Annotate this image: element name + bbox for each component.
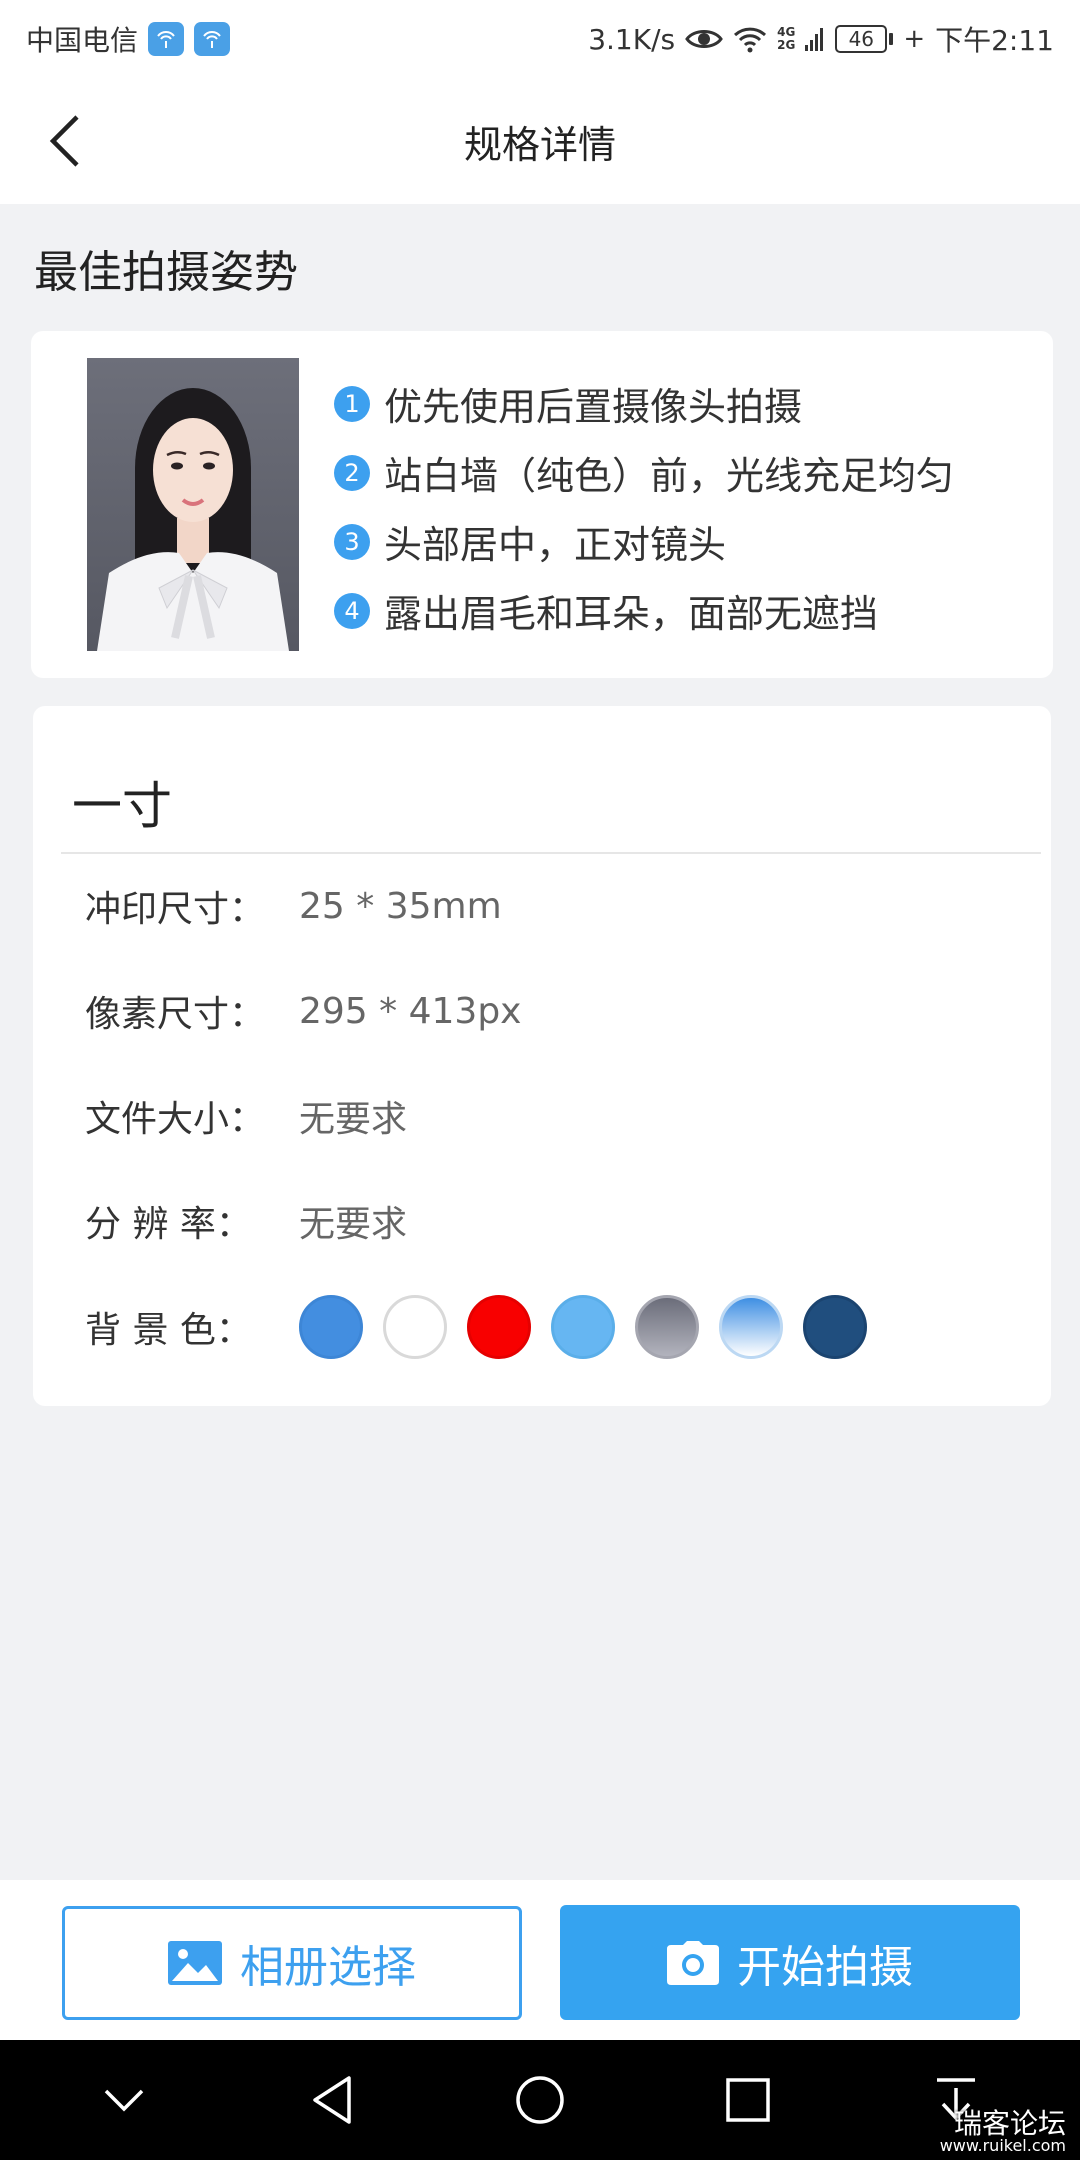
system-navigation-bar: 瑞客论坛 www.ruikel.com	[0, 2040, 1080, 2160]
bottom-action-bar: 相册选择 开始拍摄	[0, 1880, 1080, 2040]
start-shooting-label: 开始拍摄	[737, 1941, 913, 1993]
wifi-icon	[733, 25, 767, 53]
background-color-swatch-dark-blue[interactable]	[803, 1295, 867, 1359]
background-color-swatch-white[interactable]	[383, 1295, 447, 1359]
camera-icon	[667, 1940, 719, 1985]
spec-size-title: 一寸	[72, 777, 172, 835]
album-select-button[interactable]: 相册选择	[62, 1906, 522, 2020]
tip-text: 站白墙（纯色）前，光线充足均匀	[384, 454, 955, 498]
pixel-size-value: 295 * 413px	[299, 990, 522, 1032]
background-color-swatch-gray-gradient[interactable]	[635, 1295, 699, 1359]
print-size-value: 25 * 35mm	[299, 885, 502, 927]
tip-item: 3 头部居中，正对镜头	[334, 507, 954, 576]
carrier-name: 中国电信	[26, 24, 139, 57]
nav-recents-button[interactable]	[708, 2060, 788, 2140]
chevron-down-icon	[104, 2089, 144, 2112]
album-select-label: 相册选择	[240, 1942, 416, 1993]
spec-row-pixel-size: 像素尺寸： 295 * 413px	[85, 981, 521, 1041]
battery-level: 46	[835, 25, 888, 53]
cellular-signal-icon: 4G 2G	[777, 26, 795, 52]
resolution-label: 分 辨 率：	[85, 1204, 252, 1245]
background-color-label: 背 景 色：	[85, 1310, 252, 1351]
background-color-swatches	[299, 1295, 867, 1359]
hotspot-icon	[194, 22, 231, 56]
spec-row-print-size: 冲印尺寸： 25 * 35mm	[85, 876, 502, 936]
print-size-label: 冲印尺寸：	[85, 889, 266, 930]
circle-home-icon	[516, 2076, 564, 2124]
tip-item: 2 站白墙（纯色）前，光线充足均匀	[334, 438, 954, 507]
page-title: 规格详情	[463, 122, 616, 167]
tip-text: 头部居中，正对镜头	[384, 523, 727, 567]
spec-row-resolution: 分 辨 率： 无要求	[85, 1191, 407, 1251]
spec-row-file-size: 文件大小： 无要求	[85, 1086, 407, 1146]
pose-section-title: 最佳拍摄姿势	[34, 247, 298, 298]
image-icon	[168, 1941, 222, 1985]
background-color-swatch-light-blue[interactable]	[551, 1295, 615, 1359]
file-size-value: 无要求	[299, 1099, 408, 1140]
nav-home-button[interactable]	[500, 2060, 580, 2140]
square-recents-icon	[726, 2078, 770, 2122]
start-shooting-button[interactable]: 开始拍摄	[560, 1905, 1020, 2020]
resolution-value: 无要求	[299, 1204, 408, 1245]
wifi-calling-icon	[148, 22, 185, 56]
tip-number-badge: 3	[334, 523, 370, 560]
watermark-site: www.ruikel.com	[939, 2136, 1066, 2155]
triangle-back-icon	[313, 2076, 351, 2124]
tip-text: 露出眉毛和耳朵，面部无遮挡	[384, 592, 879, 636]
pose-tips-card: 1 优先使用后置摄像头拍摄 2 站白墙（纯色）前，光线充足均匀 3 头部居中，正…	[31, 331, 1053, 678]
background-color-swatch-blue[interactable]	[299, 1295, 363, 1359]
background-color-swatch-blue-gradient[interactable]	[719, 1295, 783, 1359]
tips-list: 1 优先使用后置摄像头拍摄 2 站白墙（纯色）前，光线充足均匀 3 头部居中，正…	[334, 369, 954, 645]
tip-item: 4 露出眉毛和耳朵，面部无遮挡	[334, 576, 954, 645]
divider	[61, 852, 1041, 854]
network-type-2: 2G	[777, 38, 796, 52]
background-color-swatch-red[interactable]	[467, 1295, 531, 1359]
spec-row-background-color: 背 景 色：	[85, 1294, 867, 1360]
tip-number-badge: 4	[334, 592, 370, 629]
status-bar: 中国电信 3.1K/s 4G 2G 46 + 下午2:11	[0, 0, 1080, 78]
app-header: 规格详情	[0, 78, 1080, 204]
file-size-label: 文件大小：	[85, 1099, 266, 1140]
nav-back-button[interactable]	[292, 2060, 372, 2140]
charging-plus-icon: +	[903, 24, 926, 54]
spec-card: 一寸 冲印尺寸： 25 * 35mm 像素尺寸： 295 * 413px 文件大…	[33, 706, 1051, 1406]
tip-number-badge: 2	[334, 454, 370, 491]
tip-text: 优先使用后置摄像头拍摄	[384, 385, 803, 429]
clock: 下午2:11	[935, 24, 1054, 57]
pixel-size-label: 像素尺寸：	[85, 994, 266, 1035]
tip-number-badge: 1	[334, 385, 370, 422]
sample-portrait-image	[87, 358, 299, 651]
tip-item: 1 优先使用后置摄像头拍摄	[334, 369, 954, 438]
watermark: 瑞客论坛 www.ruikel.com	[940, 2110, 1066, 2154]
nav-hide-button[interactable]	[84, 2060, 164, 2140]
eye-comfort-icon	[685, 26, 723, 52]
battery-icon: 46	[835, 25, 894, 53]
signal-bars-icon	[805, 25, 825, 53]
net-speed: 3.1K/s	[588, 22, 676, 56]
